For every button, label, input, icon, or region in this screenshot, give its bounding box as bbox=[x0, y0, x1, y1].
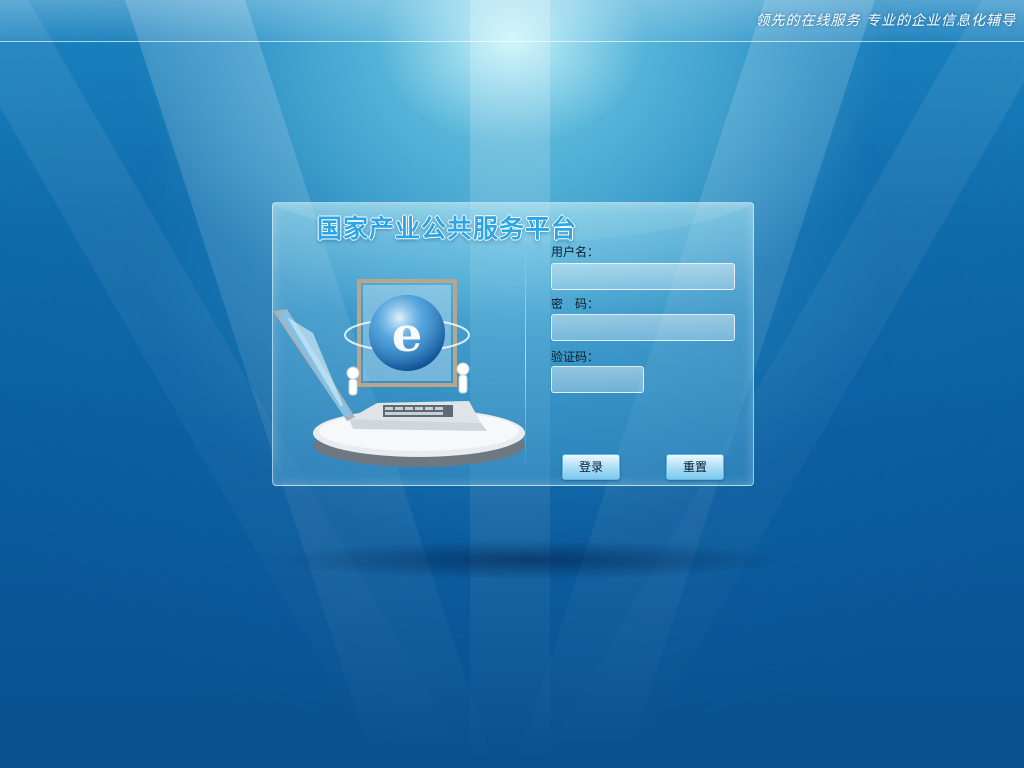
svg-text:e: e bbox=[392, 307, 423, 363]
panel-reflection bbox=[270, 540, 790, 580]
reset-button[interactable]: 重置 bbox=[666, 454, 724, 480]
username-input[interactable] bbox=[551, 263, 735, 290]
captcha-label: 验证码： bbox=[551, 350, 600, 364]
captcha-input[interactable] bbox=[551, 366, 644, 393]
password-label: 密 码： bbox=[551, 297, 600, 311]
login-panel: 国家产业公共服务平台 e 用户名： 密 码： 验证码： 登录 重置 bbox=[272, 202, 754, 486]
platform-title: 国家产业公共服务平台 bbox=[317, 214, 578, 243]
top-banner: 领先的在线服务 专业的企业信息化辅导 bbox=[0, 0, 1024, 42]
laptop-with-globe-icon: e bbox=[273, 279, 525, 467]
password-input[interactable] bbox=[551, 314, 735, 341]
login-button[interactable]: 登录 bbox=[562, 454, 620, 480]
username-label: 用户名： bbox=[551, 245, 600, 259]
header-slogan: 领先的在线服务 专业的企业信息化辅导 bbox=[755, 13, 1016, 29]
